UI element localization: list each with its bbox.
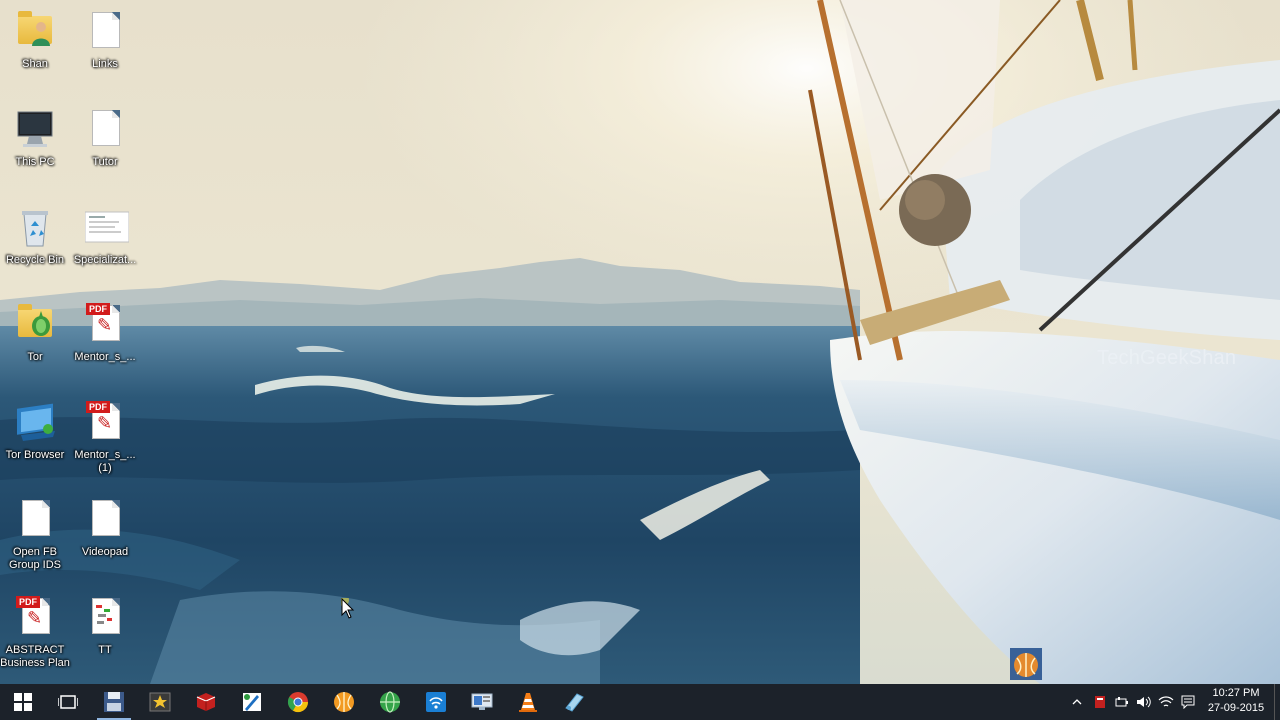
desktop-icon-label: ABSTRACT Business Plan (0, 644, 70, 669)
desktop-icon-tutor[interactable]: Tutor (70, 102, 140, 192)
desktop-icon-links[interactable]: Links (70, 4, 140, 94)
floppy-disk-icon (104, 692, 124, 712)
taskbar-app-green-globe[interactable] (367, 684, 413, 720)
taskbar-clock[interactable]: 10:27 PM 27-09-2015 (1200, 686, 1272, 716)
taskbar-app-red-box[interactable] (183, 684, 229, 720)
computer-icon (15, 108, 55, 154)
tray-volume[interactable] (1134, 684, 1154, 720)
desktop-icon-grid: Shan Links This PC Tutor Recycle Bin Spe… (0, 0, 150, 684)
desktop-icon-recycle-bin[interactable]: Recycle Bin (0, 200, 70, 290)
taskbar-app-paint[interactable] (229, 684, 275, 720)
pdf-badge: PDF (86, 401, 110, 413)
desktop-icon-abstract-business-plan[interactable]: PDF ✎ ABSTRACT Business Plan (0, 590, 70, 680)
orange-ball-widget-icon[interactable] (1010, 648, 1042, 680)
desktop-icon-label: Tor (27, 351, 43, 363)
taskbar: 10:27 PM 27-09-2015 (0, 684, 1280, 720)
taskbar-app-snipping[interactable] (551, 684, 597, 720)
desktop-icon-mentor-pdf[interactable]: PDF ✎ Mentor_s_... (70, 297, 140, 387)
windows-logo-icon (14, 693, 32, 711)
spreadsheet-file-icon (85, 596, 125, 642)
desktop-icon-tor[interactable]: Tor (0, 297, 70, 387)
desktop-icon-shan[interactable]: Shan (0, 4, 70, 94)
monitor-icon (471, 693, 493, 710)
snipping-tool-icon (565, 693, 584, 712)
red-box-icon (196, 693, 216, 711)
pdf-badge: PDF (16, 596, 40, 608)
volume-icon (1137, 696, 1151, 708)
show-desktop-button[interactable] (1274, 684, 1280, 720)
desktop-icon-label: Recycle Bin (5, 254, 65, 266)
wallpaper-watermark: TechGeekShan (1097, 347, 1237, 369)
taskbar-app-wifi-hotspot[interactable] (413, 684, 459, 720)
show-hidden-icons-button[interactable] (1068, 684, 1086, 720)
desktop-wallpaper: TechGeekShan (0, 0, 1280, 684)
wifi-hotspot-icon (426, 692, 446, 712)
clock-time: 10:27 PM (1212, 687, 1260, 699)
desktop-icon-videopad[interactable]: Videopad (70, 492, 140, 582)
desktop-icon-label: Open FB Group IDS (9, 546, 61, 571)
task-view-button[interactable] (45, 684, 91, 720)
desktop-icon-open-fb-group-ids[interactable]: Open FB Group IDS (0, 492, 70, 582)
star-film-icon (149, 692, 171, 712)
tor-folder-icon (15, 303, 55, 349)
battery-icon (1115, 697, 1128, 707)
user-folder-icon (15, 10, 55, 56)
taskbar-app-chrome[interactable] (275, 684, 321, 720)
taskbar-app-orange-globe[interactable] (321, 684, 367, 720)
text-file-icon (85, 498, 125, 544)
desktop-icon-label: Tor Browser (5, 449, 65, 461)
task-view-icon (58, 695, 78, 709)
wifi-icon (1158, 696, 1174, 707)
desktop-icon-specialization[interactable]: Specializat... (70, 200, 140, 290)
green-globe-icon (380, 691, 400, 713)
tray-action-center[interactable] (1178, 684, 1198, 720)
pdf-badge: PDF (86, 303, 110, 315)
taskbar-app-monitor[interactable] (459, 684, 505, 720)
image-file-icon (84, 206, 130, 252)
tray-battery[interactable] (1112, 684, 1132, 720)
vlc-cone-icon (519, 693, 537, 712)
desktop-icon-mentor-pdf-1[interactable]: PDF ✎ Mentor_s_... (1) (70, 395, 140, 485)
tray-red-app[interactable] (1090, 684, 1110, 720)
text-file-icon (15, 498, 55, 544)
desktop-icon-label: This PC (15, 156, 55, 168)
orange-globe-icon (334, 692, 354, 712)
text-file-icon (85, 10, 125, 56)
desktop-icon-label: Links (92, 58, 118, 70)
taskbar-app-movie-maker[interactable] (137, 684, 183, 720)
paint-icon (243, 693, 261, 711)
clock-date: 27-09-2015 (1207, 702, 1265, 714)
pdf-file-icon: PDF ✎ (15, 596, 55, 642)
chrome-icon (287, 692, 309, 713)
tray-wifi[interactable] (1156, 684, 1176, 720)
start-button[interactable] (0, 684, 46, 720)
tor-browser-icon (15, 401, 55, 447)
action-center-icon (1181, 695, 1195, 709)
desktop-icon-label: Mentor_s_... (74, 351, 136, 363)
desktop-icon-tt[interactable]: TT (70, 590, 140, 680)
desktop-icon-label: Specializat... (73, 254, 137, 266)
desktop-icon-tor-browser[interactable]: Tor Browser (0, 395, 70, 485)
desktop-icon-label: Videopad (81, 546, 129, 558)
text-file-icon (85, 108, 125, 154)
mouse-cursor-icon (341, 598, 355, 619)
desktop-icon-label: Shan (22, 58, 48, 70)
chevron-up-icon (1072, 699, 1082, 705)
desktop-icon-this-pc[interactable]: This PC (0, 102, 70, 192)
recycle-bin-icon (15, 206, 55, 252)
desktop-icon-label: Mentor_s_... (1) (74, 449, 136, 474)
taskbar-app-save[interactable] (91, 684, 137, 720)
taskbar-app-vlc[interactable] (505, 684, 551, 720)
pdf-file-icon: PDF ✎ (85, 303, 125, 349)
red-app-tray-icon (1095, 696, 1105, 708)
desktop-icon-label: TT (98, 644, 112, 656)
desktop-icon-label: Tutor (92, 156, 118, 168)
pdf-file-icon: PDF ✎ (85, 401, 125, 447)
wallpaper-image (0, 0, 1280, 684)
